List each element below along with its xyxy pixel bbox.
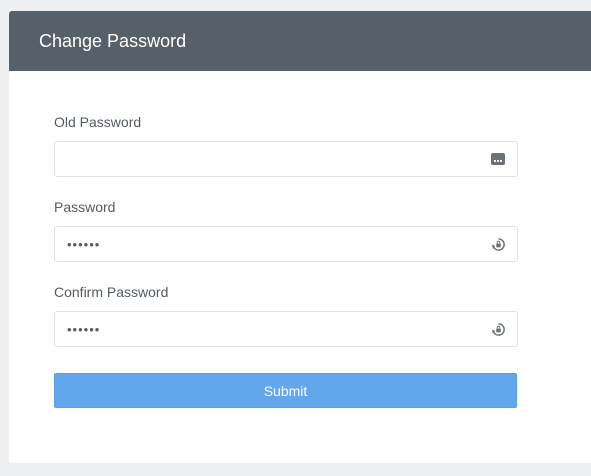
password-generator-icon[interactable] — [490, 321, 506, 337]
password-label: Password — [54, 199, 116, 215]
old-password-label: Old Password — [54, 114, 142, 130]
page-title: Change Password — [39, 30, 187, 51]
confirm-password-field-wrapper — [54, 311, 518, 347]
password-input[interactable] — [55, 227, 517, 261]
card-header: Change Password — [9, 11, 591, 71]
password-field-wrapper — [54, 226, 518, 262]
password-manager-key-icon[interactable] — [490, 151, 506, 167]
confirm-password-input[interactable] — [55, 312, 517, 346]
confirm-password-label: Confirm Password — [54, 284, 169, 300]
change-password-card: Change Password Old Password Password ••… — [9, 11, 591, 463]
password-generator-icon[interactable] — [490, 236, 506, 252]
submit-button[interactable]: Submit — [54, 373, 517, 408]
old-password-input[interactable] — [55, 142, 517, 176]
old-password-field-wrapper — [54, 141, 518, 177]
